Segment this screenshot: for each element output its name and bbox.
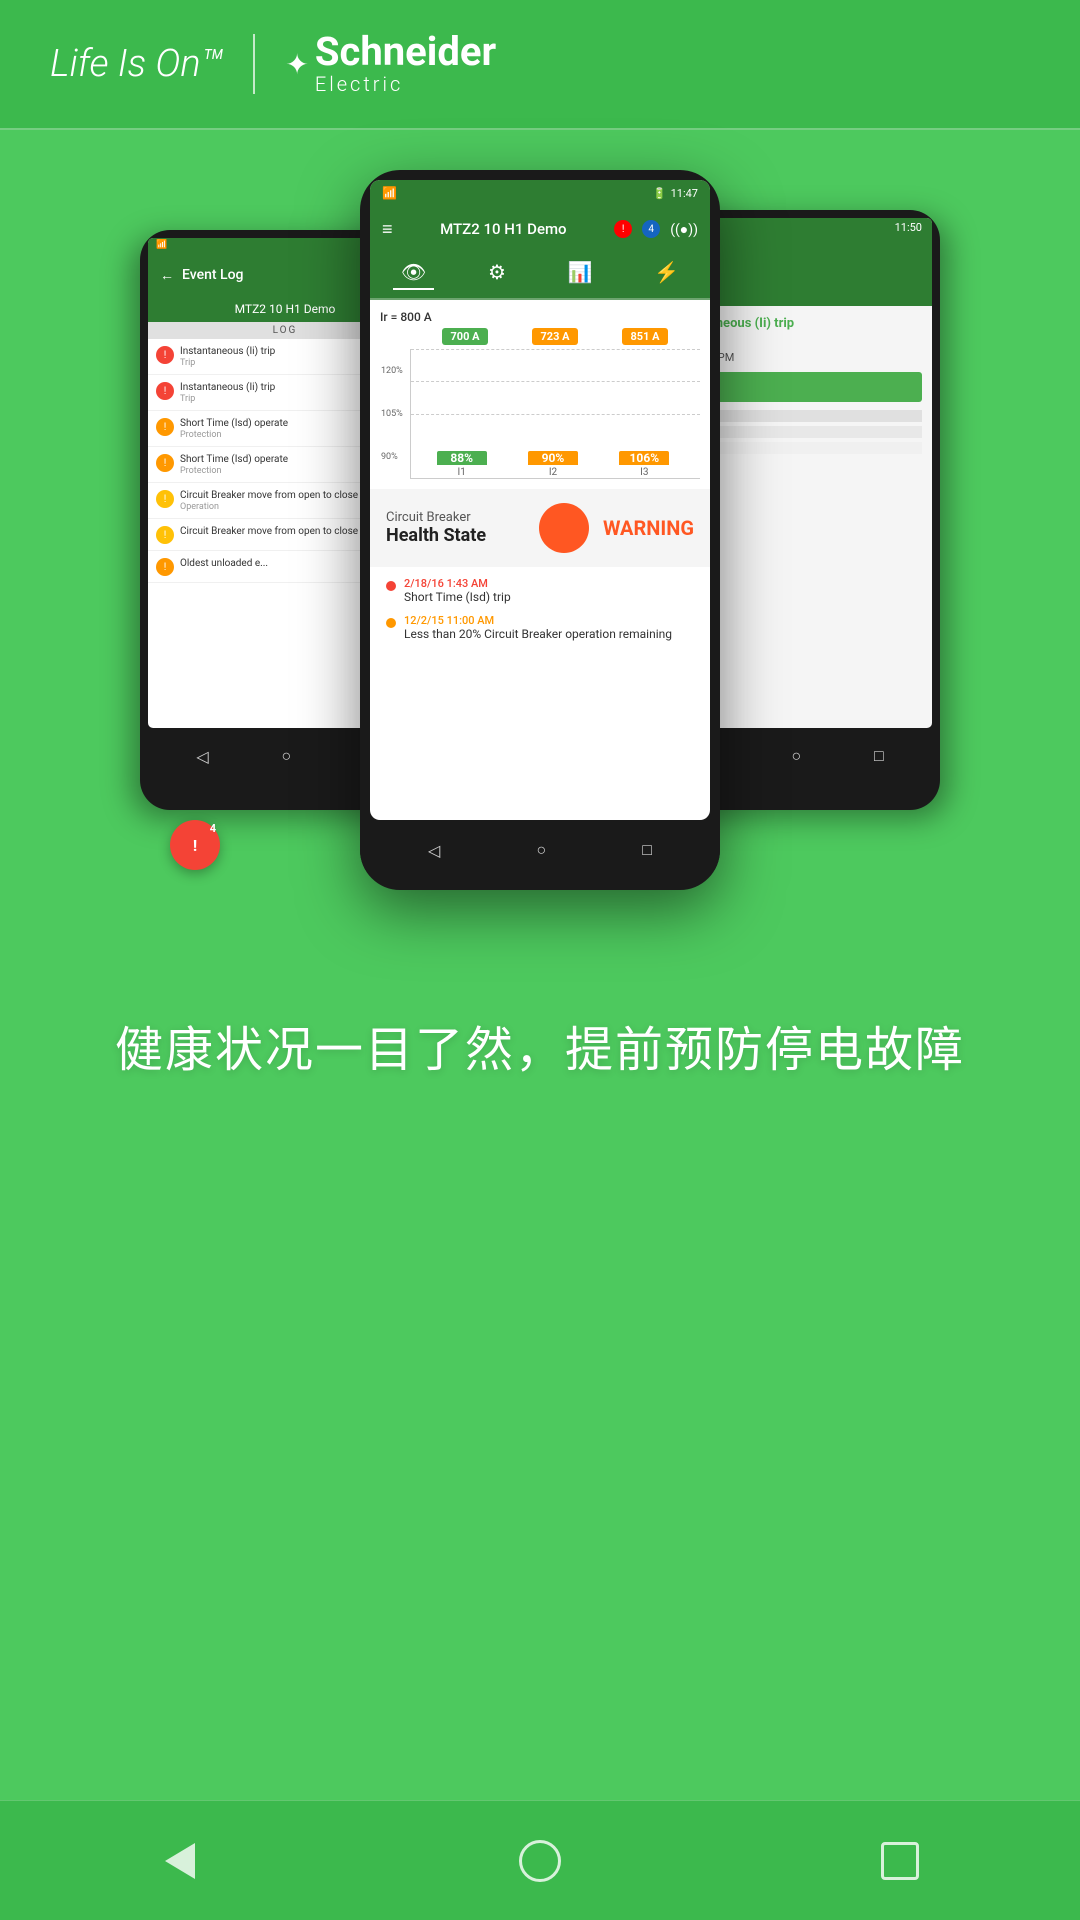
recent-square-icon: [881, 1842, 919, 1880]
log-icon-red-2: !: [156, 382, 174, 400]
ir-label: Ir = 800 A: [380, 310, 700, 324]
bottom-nav-home[interactable]: [510, 1831, 570, 1891]
log-icon-yellow-2: !: [156, 526, 174, 544]
notif-text-2: Less than 20% Circuit Breaker operation …: [404, 627, 672, 641]
y-label-120: 120%: [381, 366, 403, 376]
chinese-tagline: 健康状况一目了然，提前预防停电故障: [115, 1010, 965, 1080]
center-signal-icon: 📶: [382, 186, 397, 200]
chart-area: Ir = 800 A 700 A 723 A 851 A 120% 105% 9…: [370, 300, 710, 489]
center-status-bar: 📶 🔋 11:47: [370, 180, 710, 206]
right-time: 11:50: [895, 221, 922, 234]
left-title: Event Log: [182, 267, 243, 283]
notif-date-1: 2/18/16 1:43 AM: [404, 577, 511, 590]
notif-dot-1: [386, 581, 396, 591]
y-label-90: 90%: [381, 452, 403, 462]
center-phone-nav: ◁ ○ □: [360, 830, 720, 870]
notif-content-2: 12/2/15 11:00 AM Less than 20% Circuit B…: [404, 614, 672, 641]
right-nav-home[interactable]: ○: [791, 746, 801, 766]
center-tabs[interactable]: 👁 ⚙ 📊 ⚡: [370, 252, 710, 300]
wifi-icon: ((●)): [670, 221, 698, 238]
health-circle-indicator: [539, 503, 589, 553]
bar-2-label: I2: [549, 467, 557, 478]
health-labels: Circuit Breaker Health State: [386, 510, 525, 546]
left-back-icon[interactable]: ←: [160, 267, 174, 284]
center-title: MTZ2 10 H1 Demo: [403, 220, 605, 238]
left-nav-home[interactable]: ○: [281, 746, 291, 766]
life-is-on-text: Life Is On™: [50, 42, 223, 86]
tab-lightning-icon[interactable]: ⚡: [646, 256, 687, 290]
tab-eye-icon[interactable]: 👁: [393, 256, 434, 290]
brand-logo: Life Is On™ ✦ Schneider Electric: [50, 32, 496, 96]
bar-3: 106%: [619, 451, 669, 465]
phones-container: 📶 11:45 ← Event Log MTZ2 10 H1 Demo LOG …: [140, 170, 940, 950]
grid-line-top: [411, 349, 700, 350]
center-phone-screen: 📶 🔋 11:47 ≡ MTZ2 10 H1 Demo ! 4 ((●)): [370, 180, 710, 820]
col-header-1: 700 A: [442, 328, 487, 345]
notif-item-2: 12/2/15 11:00 AM Less than 20% Circuit B…: [386, 614, 694, 641]
float-badge-icon: !: [193, 836, 197, 855]
health-small-title: Circuit Breaker: [386, 510, 525, 525]
log-icon-orange-3: !: [156, 558, 174, 576]
right-nav-recent[interactable]: □: [874, 746, 884, 766]
center-battery-icon: 🔋: [653, 187, 667, 200]
warning-text: WARNING: [603, 516, 694, 540]
bar-2: 90%: [528, 451, 578, 465]
schneider-electric-logo: ✦ Schneider Electric: [285, 32, 496, 96]
y-axis-labels: 120% 105% 90%: [381, 349, 403, 478]
notif-date-2: 12/2/15 11:00 AM: [404, 614, 672, 627]
center-app-bar: ≡ MTZ2 10 H1 Demo ! 4 ((●)): [370, 206, 710, 252]
bar-group-3: 106% I3: [599, 451, 690, 478]
health-state-panel: Circuit Breaker Health State WARNING: [370, 489, 710, 567]
center-nav-home[interactable]: ○: [536, 840, 546, 860]
bar-group-1: 88% I1: [416, 451, 507, 478]
header: Life Is On™ ✦ Schneider Electric: [0, 0, 1080, 130]
log-icon-orange-1: !: [156, 418, 174, 436]
health-large-title: Health State: [386, 525, 525, 546]
bar-chart: 120% 105% 90% 88% I1: [410, 349, 700, 479]
center-phone: 📶 🔋 11:47 ≡ MTZ2 10 H1 Demo ! 4 ((●)): [360, 170, 720, 890]
float-badge-count: 4: [210, 822, 216, 835]
back-triangle-icon: [165, 1843, 195, 1879]
tab-settings-icon[interactable]: ⚙: [480, 256, 514, 290]
column-headers: 700 A 723 A 851 A: [410, 328, 700, 345]
center-status-right: 🔋 11:47: [653, 187, 698, 200]
grid-line-bot: [411, 414, 700, 415]
tab-chart-icon[interactable]: 📊: [560, 256, 601, 290]
grid-line-mid: [411, 381, 700, 382]
col-header-2: 723 A: [532, 328, 577, 345]
bottom-navigation: [0, 1800, 1080, 1920]
bar-1: 88%: [437, 451, 487, 465]
bar-1-label: I1: [457, 467, 465, 478]
notifications-panel: 2/18/16 1:43 AM Short Time (Isd) trip 12…: [370, 567, 710, 661]
center-nav-back[interactable]: ◁: [428, 841, 440, 860]
center-nav-recent[interactable]: □: [642, 840, 652, 860]
bar-group-2: 90% I2: [507, 451, 598, 478]
notif-content-1: 2/18/16 1:43 AM Short Time (Isd) trip: [404, 577, 511, 604]
y-label-105: 105%: [381, 409, 403, 419]
log-icon-orange-2: !: [156, 454, 174, 472]
hamburger-icon[interactable]: ≡: [382, 219, 393, 240]
col-header-3: 851 A: [622, 328, 667, 345]
home-circle-icon: [519, 1840, 561, 1882]
bar-3-label: I3: [640, 467, 648, 478]
float-notification-badge[interactable]: ! 4: [170, 820, 220, 870]
left-nav-back[interactable]: ◁: [196, 747, 208, 766]
left-signal-icon: 📶: [156, 240, 167, 250]
main-content: 📶 11:45 ← Event Log MTZ2 10 H1 Demo LOG …: [0, 130, 1080, 1800]
center-time: 11:47: [671, 187, 698, 200]
log-icon-red-1: !: [156, 346, 174, 364]
logo-divider: [253, 34, 255, 94]
count-badge: 4: [642, 220, 660, 238]
bottom-nav-back[interactable]: [150, 1831, 210, 1891]
log-icon-yellow-1: !: [156, 490, 174, 508]
bottom-nav-recent[interactable]: [870, 1831, 930, 1891]
notif-dot-2: [386, 618, 396, 628]
alert-badge: !: [614, 220, 632, 238]
notif-item-1: 2/18/16 1:43 AM Short Time (Isd) trip: [386, 577, 694, 604]
notif-text-1: Short Time (Isd) trip: [404, 590, 511, 604]
